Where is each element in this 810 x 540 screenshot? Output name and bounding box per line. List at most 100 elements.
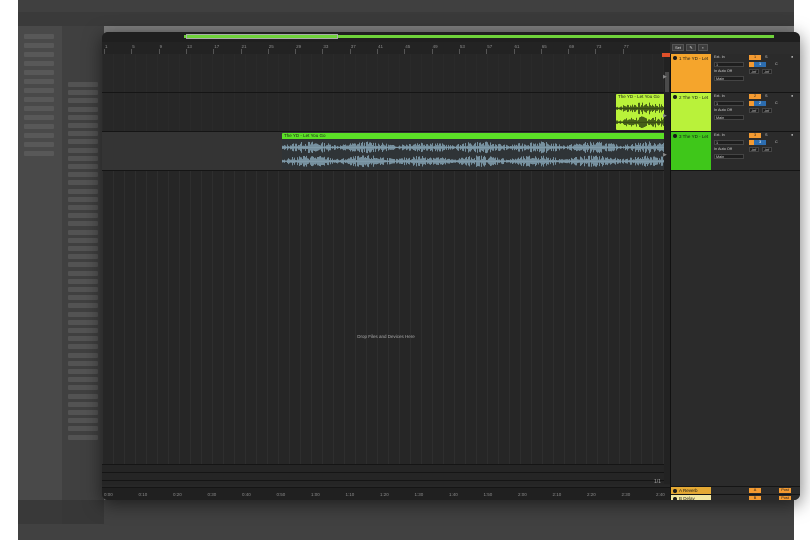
- send-field[interactable]: -inf: [762, 69, 772, 74]
- background-list-item: [24, 142, 54, 147]
- time-label: 1:40: [449, 492, 458, 497]
- background-list-item: [68, 270, 98, 276]
- input-channel-select[interactable]: 1: [714, 140, 744, 145]
- track-number-button[interactable]: 2: [749, 94, 761, 99]
- background-list-item: [24, 88, 54, 93]
- arrangement-overview[interactable]: [102, 32, 800, 42]
- output-select[interactable]: Main: [714, 154, 744, 159]
- time-label: 2:20: [587, 492, 596, 497]
- return-track-2[interactable]: B Delay B Post: [671, 494, 800, 500]
- ruler-label: 13: [186, 44, 192, 49]
- track-lane-2[interactable]: The YD - Let You Go: [102, 93, 670, 132]
- monitor-options[interactable]: In Auto Off: [714, 108, 740, 112]
- clip-name: The YD - Let You Go: [284, 133, 326, 138]
- post-fader-button[interactable]: Post: [779, 496, 791, 500]
- monitor-options[interactable]: In Auto Off: [714, 69, 740, 73]
- background-list-item: [68, 106, 98, 112]
- track-number-button[interactable]: 1: [749, 55, 761, 60]
- background-list-item: [68, 123, 98, 128]
- pan-knob[interactable]: C: [775, 62, 783, 66]
- settings-icon[interactable]: ▪: [698, 44, 708, 51]
- clip-name: The YD - Let You Go: [618, 94, 660, 99]
- time-label: 1:10: [345, 492, 355, 497]
- solo-indicator[interactable]: 1: [754, 62, 766, 67]
- track-title-bar[interactable]: 2 The YD - Let: [671, 93, 711, 131]
- background-list-item: [68, 401, 98, 407]
- return-lane-a[interactable]: [102, 464, 670, 472]
- track-activator-icon[interactable]: [673, 56, 677, 60]
- background-list-item: [68, 410, 98, 415]
- track-title-bar[interactable]: 3 The YD - Let: [671, 132, 711, 170]
- arm-record-icon[interactable]: ●: [791, 94, 799, 98]
- mixer-track-1[interactable]: 1 The YD - Let Ext. In 1 In Auto Off Main 1 S 1…: [671, 54, 800, 93]
- background-device-panel: [18, 500, 794, 540]
- return-title-bar[interactable]: B Delay: [671, 495, 711, 500]
- background-list-item: [68, 418, 98, 424]
- background-list-item: [68, 328, 98, 333]
- monitor-options[interactable]: In Auto Off: [714, 147, 740, 151]
- ruler-label: 61: [514, 44, 520, 49]
- background-list-item: [68, 246, 98, 251]
- track-activator-icon[interactable]: [673, 497, 677, 500]
- position-label: 1/1: [654, 479, 661, 485]
- main-lane[interactable]: [102, 480, 670, 485]
- solo-indicator[interactable]: 2: [754, 101, 766, 106]
- background-list-item: [24, 43, 54, 48]
- pan-knob[interactable]: C: [775, 101, 783, 105]
- return-letter-button[interactable]: A: [749, 488, 761, 493]
- waveform: [282, 141, 666, 168]
- input-channel-select[interactable]: 1: [714, 101, 744, 106]
- arm-record-icon[interactable]: ●: [791, 133, 799, 137]
- solo-button[interactable]: S: [765, 55, 771, 59]
- pencil-icon[interactable]: ✎: [686, 44, 696, 51]
- time-ruler[interactable]: 0:00 0:10 0:20 0:30 0:40 0:50 1:00 1:10 1:20 1:30…: [102, 487, 670, 500]
- output-select[interactable]: Main: [714, 115, 744, 120]
- mixer-track-3[interactable]: 3 The YD - Let Ext. In 1 In Auto Off Main 3 S 3…: [671, 132, 800, 171]
- return-letter-button[interactable]: B: [749, 496, 761, 500]
- background-list-item: [68, 205, 98, 210]
- send-field[interactable]: -inf: [762, 108, 772, 113]
- background-list-item: [68, 295, 98, 301]
- volume-field[interactable]: -inf: [749, 69, 759, 74]
- input-channel-select[interactable]: 1: [714, 62, 744, 67]
- track-activator-icon[interactable]: [673, 134, 677, 138]
- ruler-label: 1: [105, 44, 108, 49]
- solo-button[interactable]: S: [765, 94, 771, 98]
- ruler-label: 33: [323, 44, 329, 49]
- ruler-label: 69: [569, 44, 575, 49]
- background-list-item: [68, 172, 98, 178]
- set-button[interactable]: Set: [672, 44, 684, 51]
- background-list-item: [68, 196, 98, 202]
- background-transport-bar: [18, 0, 794, 12]
- arm-record-icon[interactable]: ●: [791, 55, 799, 59]
- overview-view-window[interactable]: [186, 34, 338, 39]
- arrangement-lanes[interactable]: The YD - Let You Go The YD - Let You Go …: [102, 54, 670, 485]
- send-field[interactable]: -inf: [762, 147, 772, 152]
- output-select[interactable]: Main: [714, 76, 744, 81]
- return-lane-b[interactable]: [102, 472, 670, 480]
- audio-clip-track2[interactable]: The YD - Let You Go: [616, 94, 666, 130]
- play-arrow-icon: ▶: [663, 113, 667, 119]
- background-list-item: [68, 180, 98, 186]
- pan-knob[interactable]: C: [775, 140, 783, 144]
- background-list-item: [68, 319, 98, 325]
- background-list-item: [68, 393, 98, 399]
- background-list-item: [68, 82, 98, 87]
- volume-field[interactable]: -inf: [749, 147, 759, 152]
- audio-clip-track3[interactable]: The YD - Let You Go: [282, 133, 666, 169]
- track-number-button[interactable]: 3: [749, 133, 761, 138]
- track-title-bar[interactable]: 1 The YD - Let: [671, 54, 711, 92]
- volume-field[interactable]: -inf: [749, 108, 759, 113]
- post-fader-button[interactable]: Post: [779, 488, 791, 493]
- track-lane-3[interactable]: The YD - Let You Go: [102, 132, 670, 171]
- background-list-item: [68, 311, 98, 317]
- background-list-item: [24, 133, 54, 138]
- track-activator-icon[interactable]: [673, 95, 677, 99]
- track-lane-1[interactable]: [102, 54, 670, 93]
- solo-button[interactable]: S: [765, 133, 771, 137]
- mixer-track-2[interactable]: 2 The YD - Let Ext. In 1 In Auto Off Main 2 S 2…: [671, 93, 800, 132]
- background-list-item: [68, 426, 98, 432]
- time-label: 1:50: [483, 492, 493, 497]
- solo-indicator[interactable]: 3: [754, 140, 766, 145]
- track-activator-icon[interactable]: [673, 489, 677, 493]
